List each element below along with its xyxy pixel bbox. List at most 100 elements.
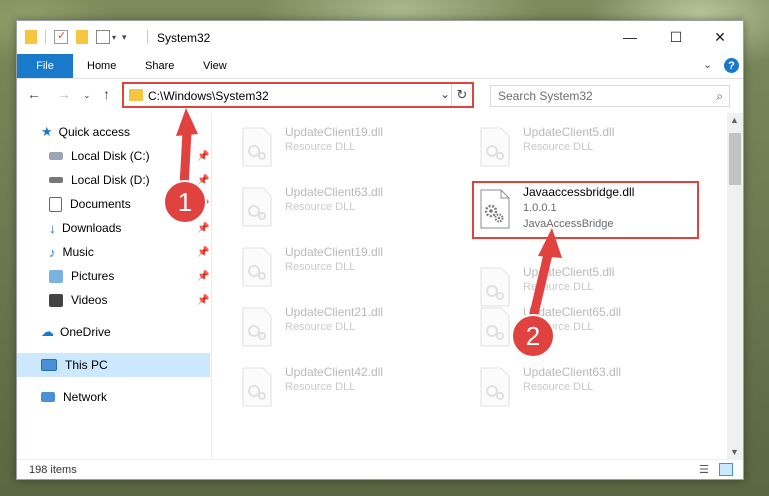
dropdown-chevron-icon[interactable]: ▾	[112, 33, 116, 42]
expand-ribbon-icon[interactable]: ⌄	[703, 58, 712, 71]
list-item[interactable]: UpdateClient21.dll Resource DLL	[233, 299, 463, 351]
maximize-button[interactable]: ☐	[653, 21, 699, 53]
file-list: UpdateClient19.dll Resource DLL UpdateCl…	[213, 113, 727, 459]
forward-icon[interactable]: →	[57, 86, 71, 102]
address-path[interactable]: C:\Windows\System32	[148, 89, 269, 103]
file-name: UpdateClient5.dll	[523, 265, 615, 279]
sidebar-item-label: Videos	[71, 293, 108, 307]
recent-locations-icon[interactable]: ⌄	[83, 90, 91, 101]
address-history-icon[interactable]: ⌄	[440, 87, 450, 101]
tab-share[interactable]: Share	[145, 54, 174, 78]
network-icon	[41, 392, 55, 402]
sidebar-item-local-disk-d[interactable]: Local Disk (D:)	[49, 169, 150, 191]
help-icon[interactable]: ?	[724, 58, 739, 73]
drive-icon	[49, 152, 63, 160]
list-item[interactable]: UpdateClient19.dll Resource DLL	[233, 239, 463, 291]
sidebar-item-label: OneDrive	[60, 325, 111, 339]
file-description: Resource DLL	[285, 381, 356, 393]
sidebar-item-label: Network	[63, 390, 108, 404]
file-description: Resource DLL	[523, 141, 594, 153]
list-item[interactable]: UpdateClient42.dll Resource DLL	[233, 359, 463, 411]
sidebar-item-label: Documents	[70, 197, 131, 211]
sidebar-item-local-disk-c[interactable]: Local Disk (C:)	[49, 145, 150, 167]
sidebar-item-label: Downloads	[62, 221, 122, 235]
list-item[interactable]: UpdateClient19.dll Resource DLL	[233, 119, 463, 171]
sidebar-item-label: This PC	[65, 358, 108, 372]
list-item[interactable]: UpdateClient63.dll Resource DLL	[471, 359, 701, 411]
sidebar-item-network[interactable]: Network	[41, 386, 107, 408]
back-icon[interactable]: ←	[27, 86, 41, 102]
pc-icon	[41, 359, 57, 371]
item-count: 198 items	[29, 464, 77, 476]
tab-home[interactable]: Home	[87, 54, 116, 78]
onedrive-icon: ☁	[41, 324, 54, 339]
dll-file-icon	[480, 307, 510, 347]
large-icons-view-icon[interactable]	[719, 463, 733, 476]
dll-file-icon	[242, 307, 272, 347]
details-view-icon[interactable]: ☰	[699, 463, 713, 476]
scroll-up-icon[interactable]: ▲	[730, 115, 739, 125]
list-item[interactable]: UpdateClient5.dll Resource DLL	[471, 119, 701, 171]
sidebar-item-label: Music	[62, 245, 94, 259]
refresh-icon[interactable]: ↻	[451, 84, 472, 106]
file-description: Resource DLL	[285, 261, 356, 273]
new-folder-icon[interactable]	[76, 30, 88, 44]
scrollbar-thumb[interactable]	[729, 133, 741, 185]
vertical-scrollbar[interactable]: ▲ ▼	[727, 113, 743, 459]
tab-view[interactable]: View	[203, 54, 227, 78]
view-options-icon[interactable]	[96, 30, 110, 44]
list-item[interactable]: UpdateClient63.dll Resource DLL	[233, 179, 463, 231]
search-input[interactable]: Search System32	[498, 89, 593, 103]
highlight-box	[472, 181, 699, 239]
pin-icon[interactable]: 📌	[197, 295, 209, 306]
sidebar-item-quick-access[interactable]: ★ Quick access	[41, 121, 130, 143]
dll-file-icon	[480, 127, 510, 167]
sidebar-item-downloads[interactable]: ↓ Downloads	[49, 217, 121, 239]
sidebar-item-videos[interactable]: Videos	[49, 289, 107, 311]
file-name: UpdateClient5.dll	[523, 125, 615, 139]
pin-icon[interactable]: 📌	[197, 151, 209, 162]
properties-icon[interactable]: ✓	[54, 30, 68, 44]
sidebar-item-documents[interactable]: Documents	[49, 193, 131, 215]
pin-icon[interactable]: 📌	[197, 247, 209, 258]
pane-divider[interactable]	[211, 113, 212, 459]
search-box[interactable]: Search System32 ⌕	[490, 85, 730, 107]
dll-file-icon	[480, 367, 510, 407]
close-button[interactable]: ✕	[697, 21, 743, 53]
tab-file[interactable]: File	[17, 54, 73, 78]
title-bar: ✓ ▾ ▾ System32 — ☐ ✕	[17, 21, 743, 53]
file-name: UpdateClient63.dll	[523, 365, 622, 379]
file-description: Resource DLL	[523, 381, 594, 393]
address-bar[interactable]: C:\Windows\System32 ⌄ ↻	[122, 82, 474, 108]
list-item[interactable]: UpdateClient65.dll Resource DLL	[471, 299, 701, 351]
customize-qa-icon[interactable]: ▾	[122, 32, 127, 43]
sidebar-item-label: Pictures	[71, 269, 115, 283]
sidebar-item-onedrive[interactable]: ☁ OneDrive	[41, 321, 111, 343]
file-name: UpdateClient21.dll	[285, 305, 384, 319]
sidebar-item-pictures[interactable]: Pictures	[49, 265, 114, 287]
dll-file-icon	[242, 247, 272, 287]
pin-icon[interactable]: 📌	[197, 223, 209, 234]
file-description: Resource DLL	[285, 201, 356, 213]
file-explorer-window: ✓ ▾ ▾ System32 — ☐ ✕ File Home Share Vie…	[16, 20, 744, 480]
sidebar-item-music[interactable]: ♪ Music	[49, 241, 94, 263]
drive-icon	[49, 177, 63, 183]
up-icon[interactable]: ↑	[103, 86, 110, 102]
scroll-down-icon[interactable]: ▼	[730, 447, 739, 457]
minimize-button[interactable]: —	[607, 21, 653, 53]
title-separator	[147, 30, 148, 44]
sidebar-item-label: Quick access	[58, 125, 131, 139]
ribbon-tabs: File Home Share View ⌄ ?	[17, 54, 743, 79]
documents-icon	[49, 196, 62, 212]
sidebar-item-label: Local Disk (D:)	[71, 173, 150, 187]
pin-icon[interactable]: 📌	[197, 271, 209, 282]
sidebar-item-this-pc[interactable]: This PC	[41, 354, 108, 376]
dll-file-icon	[242, 127, 272, 167]
folder-icon[interactable]	[25, 30, 37, 44]
file-name: UpdateClient63.dll	[285, 185, 384, 199]
music-icon: ♪	[49, 244, 56, 260]
pictures-icon	[49, 269, 63, 283]
downloads-icon: ↓	[49, 220, 56, 236]
step-1-badge: 1	[163, 180, 207, 224]
status-bar: 198 items ☰	[17, 459, 743, 479]
